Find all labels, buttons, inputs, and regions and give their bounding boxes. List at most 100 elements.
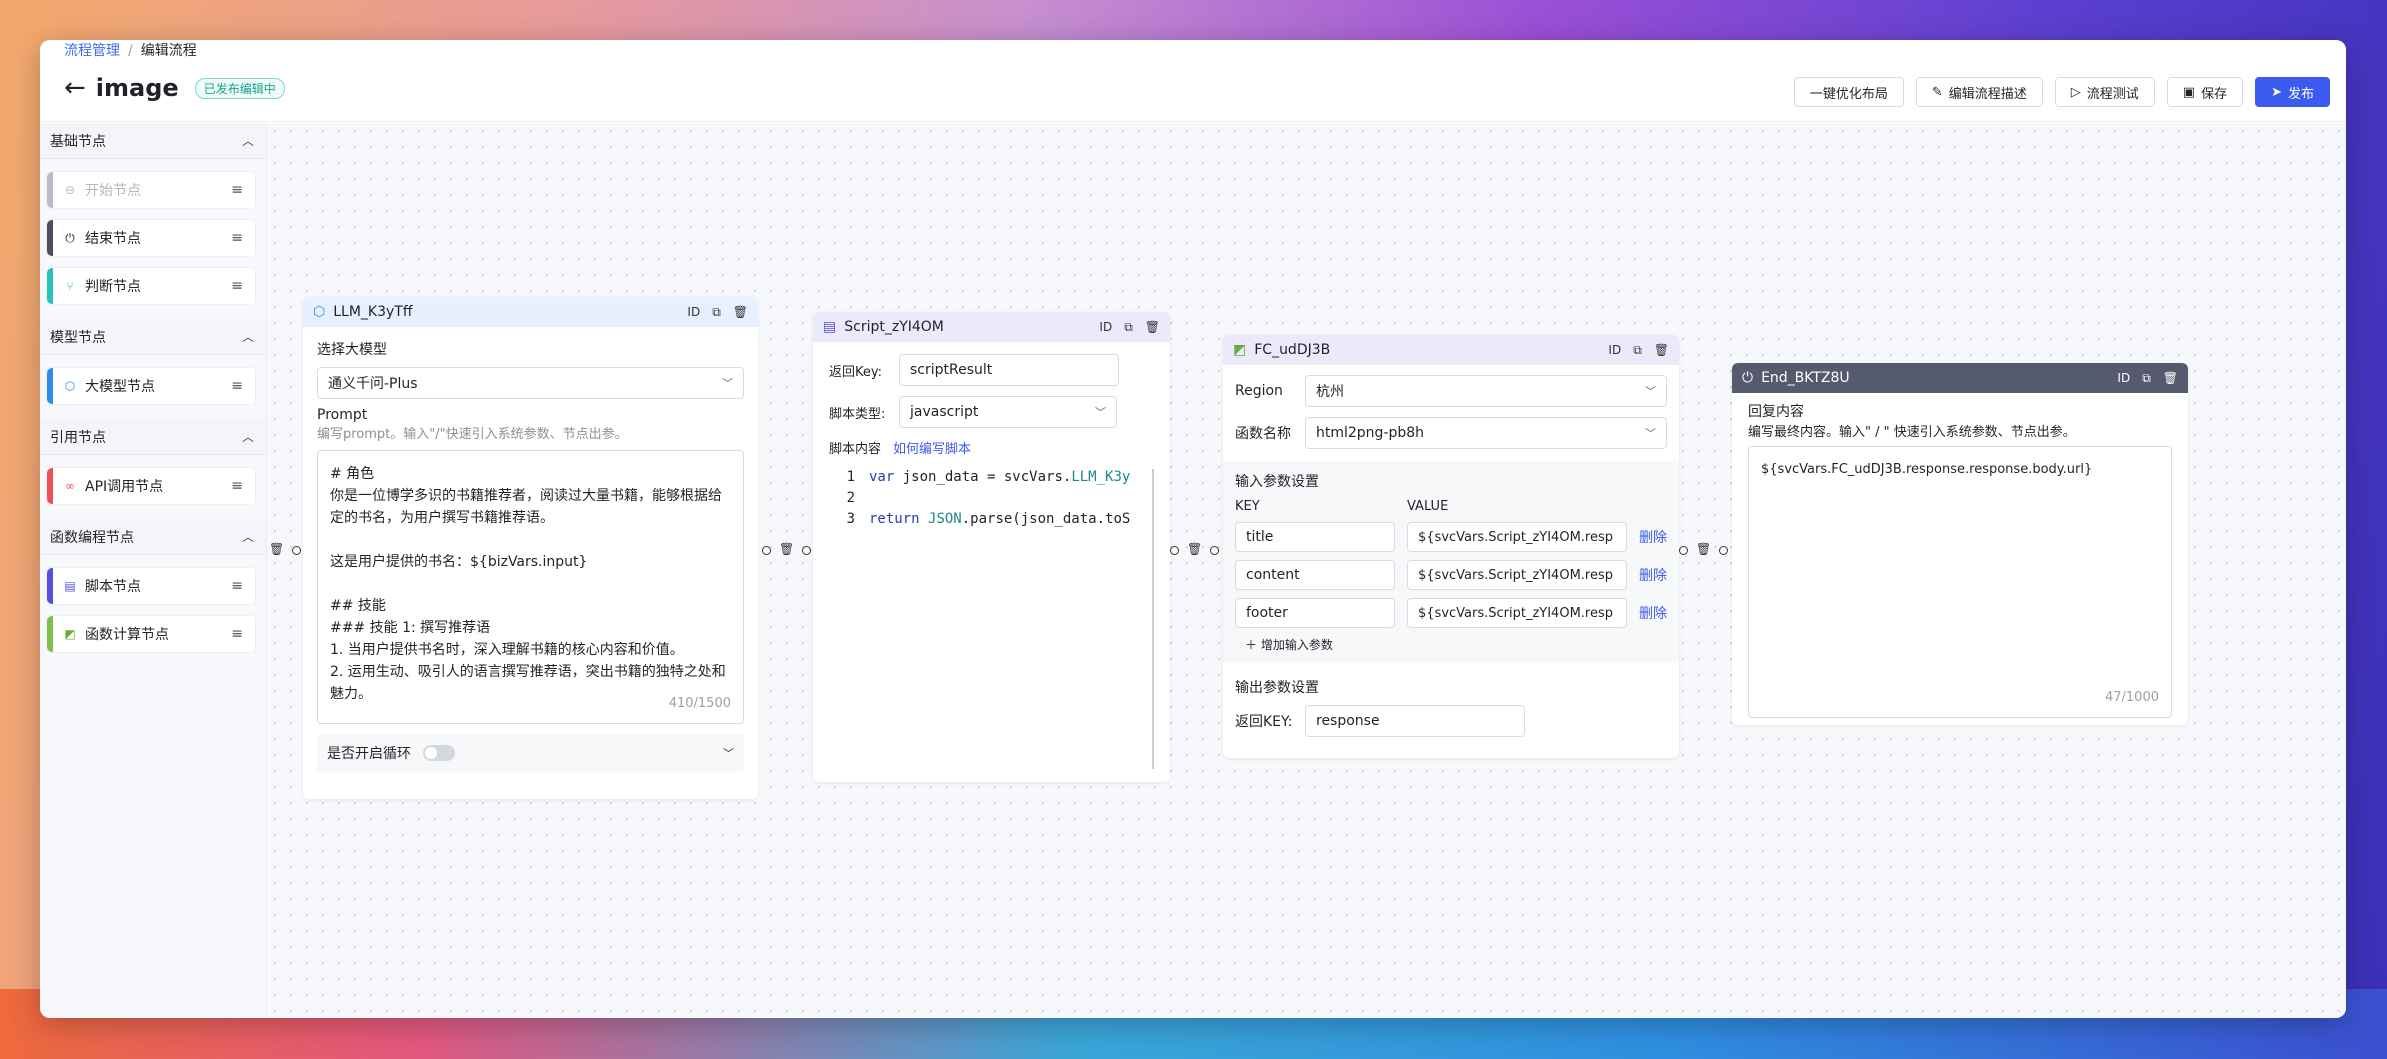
delete-edge-icon[interactable]: 🗑 (1187, 542, 1202, 556)
test-flow-label: 流程测试 (2086, 86, 2139, 102)
copy-icon[interactable]: ⧉ (2142, 371, 2151, 386)
function-icon: ◩ (1233, 342, 1247, 358)
section-func[interactable]: 函数编程节点 ︿ (40, 519, 266, 555)
input-port[interactable] (1210, 546, 1219, 555)
reply-hint: 编写最终内容。输入" / " 快速引入系统参数、节点出参。 (1748, 425, 2076, 440)
id-button[interactable]: ID (687, 305, 700, 320)
drag-handle-icon[interactable]: ≡ (231, 578, 243, 594)
param-value-input[interactable]: ${svcVars.Script_zYI4OM.resp (1407, 598, 1627, 628)
save-button[interactable]: ▣ 保存 (2166, 77, 2244, 107)
input-port[interactable] (802, 546, 811, 555)
drag-handle-icon[interactable]: ≡ (231, 626, 243, 642)
fc-node[interactable]: ◩ FC_udDJ3B ID ⧉ 🗑 Region 杭州 ﹀ 函数名称 html2png-… (1223, 335, 1679, 758)
add-param-button[interactable]: ＋ 增加输入参数 (1245, 636, 1667, 653)
sidebar-item-function[interactable]: ◩ 函数计算节点 ≡ (46, 615, 256, 653)
node-header: ⬡ LLM_K3yTff ID ⧉ 🗑 (303, 297, 758, 327)
prompt-line: 这是用户提供的书名：${bizVars.input} (330, 554, 588, 570)
publish-button[interactable]: ➤ 发布 (2255, 77, 2330, 107)
drag-handle-icon[interactable]: ≡ (231, 378, 243, 394)
delete-edge-icon[interactable]: 🗑 (269, 542, 284, 556)
sidebar-item-api[interactable]: ∞ API调用节点 ≡ (46, 467, 256, 505)
end-node[interactable]: ⏻ End_BKTZ8U ID ⧉ 🗑 回复内容 编写最终内容。输入" / " 快速… (1732, 363, 2188, 725)
copy-icon[interactable]: ⧉ (712, 305, 721, 320)
param-key-input[interactable]: footer (1235, 598, 1395, 628)
delete-param-button[interactable]: 删除 (1639, 603, 1667, 623)
prompt-textarea[interactable]: # 角色 你是一位博学多识的书籍推荐者，阅读过大量书籍，能够根据给 定的书名，为用户… (317, 450, 744, 724)
flow-name: image (95, 74, 179, 102)
optimize-layout-button[interactable]: 一键优化布局 (1793, 77, 1904, 107)
sidebar-item-condition[interactable]: ⑂ 判断节点 ≡ (46, 267, 256, 305)
node-title: Script_zYI4OM (844, 319, 944, 335)
delete-edge-icon[interactable]: 🗑 (1696, 542, 1711, 556)
sidebar-item-end[interactable]: ⏻ 结束节点 ≡ (46, 219, 256, 257)
chevron-down-icon[interactable]: ﹀ (723, 745, 734, 761)
delete-icon[interactable]: 🗑 (1145, 320, 1160, 335)
back-arrow-icon[interactable]: ← (64, 75, 86, 101)
section-model[interactable]: 模型节点 ︿ (40, 319, 266, 355)
input-port[interactable] (292, 546, 301, 555)
param-value-input[interactable]: ${svcVars.Script_zYI4OM.resp (1407, 522, 1627, 552)
sidebar-item-llm[interactable]: ⬡ 大模型节点 ≡ (46, 367, 256, 405)
app-window: 流程管理 / 编辑流程 ← image 已发布编辑中 一键优化布局 ✎ 编辑流程描述 … (40, 40, 2346, 1018)
script-type-label: 脚本类型: (829, 406, 886, 422)
model-label: 选择大模型 (317, 342, 387, 358)
param-value-input[interactable]: ${svcVars.Script_zYI4OM.resp (1407, 560, 1627, 590)
loop-toggle[interactable] (423, 745, 455, 761)
drag-handle-icon[interactable]: ≡ (231, 278, 243, 294)
model-select[interactable]: 通义千问-Plus ﹀ (317, 367, 744, 399)
delete-edge-icon[interactable]: 🗑 (779, 542, 794, 556)
script-node[interactable]: ▤ Script_zYI4OM ID ⧉ 🗑 返回Key: scriptResult … (813, 312, 1170, 782)
node-header: ⏻ End_BKTZ8U ID ⧉ 🗑 (1732, 363, 2188, 393)
copy-icon[interactable]: ⧉ (1124, 320, 1133, 335)
delete-icon[interactable]: 🗑 (733, 305, 748, 320)
breadcrumb-root[interactable]: 流程管理 (64, 43, 120, 59)
section-ref[interactable]: 引用节点 ︿ (40, 419, 266, 455)
drag-handle-icon[interactable]: ≡ (231, 182, 243, 198)
llm-node[interactable]: ⬡ LLM_K3yTff ID ⧉ 🗑 选择大模型 通义千问-Plus ﹀ Promp… (303, 297, 758, 799)
drag-handle-icon[interactable]: ≡ (231, 478, 243, 494)
page-title: ← image 已发布编辑中 (64, 74, 285, 102)
how-to-script-link[interactable]: 如何编写脚本 (893, 438, 971, 457)
line-number: 3 (846, 511, 855, 527)
return-key-input[interactable]: response (1305, 705, 1525, 737)
node-header: ◩ FC_udDJ3B ID ⧉ 🗑 (1223, 335, 1679, 365)
prompt-line (330, 529, 731, 551)
output-port[interactable] (1170, 546, 1179, 555)
input-port[interactable] (1719, 546, 1728, 555)
delete-param-button[interactable]: 删除 (1639, 527, 1667, 547)
drag-handle-icon[interactable]: ≡ (231, 230, 243, 246)
output-params-title: 输出参数设置 (1235, 680, 1319, 696)
sidebar-item-start[interactable]: ⊖ 开始节点 ≡ (46, 171, 256, 209)
param-key-input[interactable]: title (1235, 522, 1395, 552)
edit-description-button[interactable]: ✎ 编辑流程描述 (1915, 77, 2043, 107)
reply-textarea[interactable]: ${svcVars.FC_udDJ3B.response.response.bo… (1748, 446, 2172, 718)
code-text: json_data = svcVars. (894, 469, 1072, 485)
delete-icon[interactable]: 🗑 (1654, 343, 1669, 358)
sidebar-item-script[interactable]: ▤ 脚本节点 ≡ (46, 567, 256, 605)
param-key-input[interactable]: content (1235, 560, 1395, 590)
script-type-select[interactable]: javascript ﹀ (899, 396, 1117, 428)
code-editor[interactable]: 1 var json_data = svcVars. LLM_K3y 2 3 return… (829, 469, 1154, 769)
chevron-down-icon: ﹀ (1095, 406, 1106, 419)
output-port[interactable] (762, 546, 771, 555)
output-port[interactable] (1679, 546, 1688, 555)
region-select[interactable]: 杭州 ﹀ (1305, 375, 1667, 407)
line-number: 1 (846, 469, 855, 485)
chevron-up-icon: ︿ (241, 530, 254, 544)
id-button[interactable]: ID (1608, 343, 1621, 358)
sidebar-item-label: 结束节点 (85, 231, 141, 247)
code-identifier: LLM_K3y (1071, 469, 1131, 485)
delete-icon[interactable]: 🗑 (2163, 371, 2178, 386)
section-title: 函数编程节点 (50, 529, 134, 546)
section-basic[interactable]: 基础节点 ︿ (40, 123, 266, 159)
copy-icon[interactable]: ⧉ (1633, 343, 1642, 358)
function-select[interactable]: html2png-pb8h ﹀ (1305, 417, 1667, 449)
region-label: Region (1235, 383, 1283, 399)
id-button[interactable]: ID (2117, 371, 2130, 386)
return-key-input[interactable]: scriptResult (899, 354, 1119, 386)
node-title: End_BKTZ8U (1761, 370, 1850, 386)
id-button[interactable]: ID (1099, 320, 1112, 335)
test-flow-button[interactable]: ▷ 流程测试 (2054, 77, 2155, 107)
delete-param-button[interactable]: 删除 (1639, 565, 1667, 585)
